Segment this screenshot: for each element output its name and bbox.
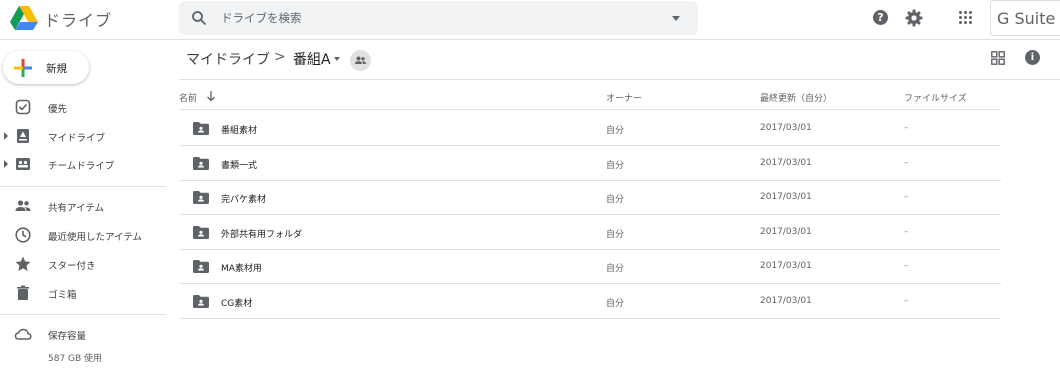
file-owner: 自分 xyxy=(606,229,625,240)
table-header: 名前 オーナー 最終更新（自分） ファイルサイズ xyxy=(179,84,1001,110)
search-bar[interactable]: ドライブを検索 xyxy=(179,1,698,35)
search-options-icon[interactable] xyxy=(672,16,680,21)
file-owner: 自分 xyxy=(606,195,625,206)
expand-caret-icon[interactable] xyxy=(4,132,8,140)
column-header-name[interactable]: 名前 xyxy=(179,91,197,104)
info-icon[interactable]: i xyxy=(1025,50,1040,65)
app-name: ドライブ xyxy=(44,11,113,30)
sidebar-item-label: 優先 xyxy=(48,104,68,115)
expand-caret-icon[interactable] xyxy=(4,160,8,168)
new-button-label: 新規 xyxy=(46,63,67,75)
file-modified-date: 2017/03/01 xyxy=(760,123,812,133)
gear-icon[interactable] xyxy=(904,8,924,28)
star-icon xyxy=(15,256,31,271)
shared-folder-icon xyxy=(193,260,209,274)
file-size: – xyxy=(904,192,909,203)
shared-folder-icon xyxy=(193,156,209,170)
file-owner: 自分 xyxy=(606,264,625,275)
table-row[interactable]: CG素材 自分 2017/03/01 – xyxy=(179,284,1001,319)
sidebar-item-label: ゴミ箱 xyxy=(48,290,77,301)
file-name[interactable]: 番組素材 xyxy=(221,123,257,136)
shared-folder-icon xyxy=(193,122,209,135)
file-owner: 自分 xyxy=(606,160,625,171)
file-modified-date: 2017/03/01 xyxy=(760,192,812,203)
file-modified-date: 2017/03/01 xyxy=(760,157,812,168)
file-name[interactable]: CG素材 xyxy=(221,296,252,309)
table-row[interactable]: 外部共有用フォルダ 自分 2017/03/01 – xyxy=(179,215,1001,250)
plus-icon xyxy=(14,59,32,77)
gsuite-label: G Suite xyxy=(997,9,1056,28)
table-row[interactable]: 書類一式 自分 2017/03/01 – xyxy=(179,146,1001,181)
file-modified-date: 2017/03/01 xyxy=(760,226,812,237)
file-size: – xyxy=(904,226,909,237)
new-button[interactable]: 新規 xyxy=(3,51,89,84)
column-header-size[interactable]: ファイルサイズ xyxy=(904,91,967,104)
grid-view-icon[interactable] xyxy=(991,51,1005,65)
file-owner: 自分 xyxy=(606,126,625,136)
sidebar-item-label: チームドライブ xyxy=(48,161,115,172)
folder-menu-caret-icon[interactable] xyxy=(334,57,340,61)
sidebar-item-label: スター付き xyxy=(48,261,96,272)
sidebar-item-team-drive[interactable]: チームドライブ xyxy=(0,152,166,176)
toolbar-divider xyxy=(179,79,1060,80)
shared-folder-icon xyxy=(193,295,209,308)
sidebar-item-starred[interactable]: スター付き xyxy=(0,252,166,276)
file-size: – xyxy=(904,261,909,272)
sort-down-arrow-icon[interactable] xyxy=(206,90,216,102)
sidebar-item-label: 共有アイテム xyxy=(48,203,105,214)
table-row[interactable]: 番組素材 自分 2017/03/01 – xyxy=(179,111,1001,146)
sidebar-item-priority[interactable]: 優先 xyxy=(0,95,166,119)
file-modified-date: 2017/03/01 xyxy=(760,296,812,306)
sidebar-item-label: 最近使用したアイテム xyxy=(48,232,143,243)
file-name[interactable]: MA素材用 xyxy=(221,261,262,274)
file-owner: 自分 xyxy=(606,299,625,309)
cloud-icon xyxy=(14,328,32,340)
sidebar-item-my-drive[interactable]: マイドライブ xyxy=(0,124,166,148)
sidebar-item-shared[interactable]: 共有アイテム xyxy=(0,194,166,218)
gsuite-account-button[interactable]: G Suite xyxy=(990,0,1060,36)
storage-label: 保存容量 xyxy=(48,331,87,342)
table-row[interactable]: MA素材用 自分 2017/03/01 – xyxy=(179,249,1001,285)
priority-checkbox-icon xyxy=(15,99,31,115)
column-header-owner[interactable]: オーナー xyxy=(606,91,642,104)
sidebar-divider xyxy=(0,314,166,315)
breadcrumb-current-folder[interactable]: 番組A xyxy=(293,49,331,69)
file-size: – xyxy=(904,296,909,306)
file-name[interactable]: 外部共有用フォルダ xyxy=(221,227,302,240)
file-size: – xyxy=(904,157,909,168)
drive-logo-icon[interactable] xyxy=(10,5,38,31)
table-row[interactable]: 完パケ素材 自分 2017/03/01 – xyxy=(179,180,1001,216)
sidebar-item-trash[interactable]: ゴミ箱 xyxy=(0,281,166,305)
shared-folder-people-icon[interactable] xyxy=(350,50,371,71)
shared-folder-icon xyxy=(193,225,209,239)
file-name[interactable]: 書類一式 xyxy=(221,158,257,171)
file-modified-date: 2017/03/01 xyxy=(760,261,812,272)
search-icon[interactable] xyxy=(191,10,207,26)
sidebar-item-storage[interactable]: 保存容量 xyxy=(0,322,166,346)
file-name[interactable]: 完パケ素材 xyxy=(221,192,266,205)
breadcrumb-root[interactable]: マイドライブ xyxy=(186,49,270,69)
shared-folder-icon xyxy=(193,191,209,205)
people-icon xyxy=(15,200,31,211)
apps-grid-icon[interactable] xyxy=(959,11,973,25)
clock-icon xyxy=(15,227,31,243)
sidebar-divider xyxy=(0,186,166,187)
my-drive-icon xyxy=(17,129,29,143)
file-size: – xyxy=(904,123,909,133)
team-drive-icon xyxy=(16,158,30,170)
top-bar: ドライブ ドライブを検索 ? G Suite xyxy=(0,0,1060,40)
search-input[interactable]: ドライブを検索 xyxy=(221,10,302,26)
breadcrumb-separator: > xyxy=(274,49,286,65)
trash-icon xyxy=(17,285,29,300)
sidebar-item-label: マイドライブ xyxy=(48,133,106,144)
sidebar-item-recent[interactable]: 最近使用したアイテム xyxy=(0,223,166,247)
help-icon[interactable]: ? xyxy=(873,10,888,25)
column-header-modified[interactable]: 最終更新（自分） xyxy=(760,91,832,104)
storage-usage: 587 GB 使用 xyxy=(48,354,103,364)
